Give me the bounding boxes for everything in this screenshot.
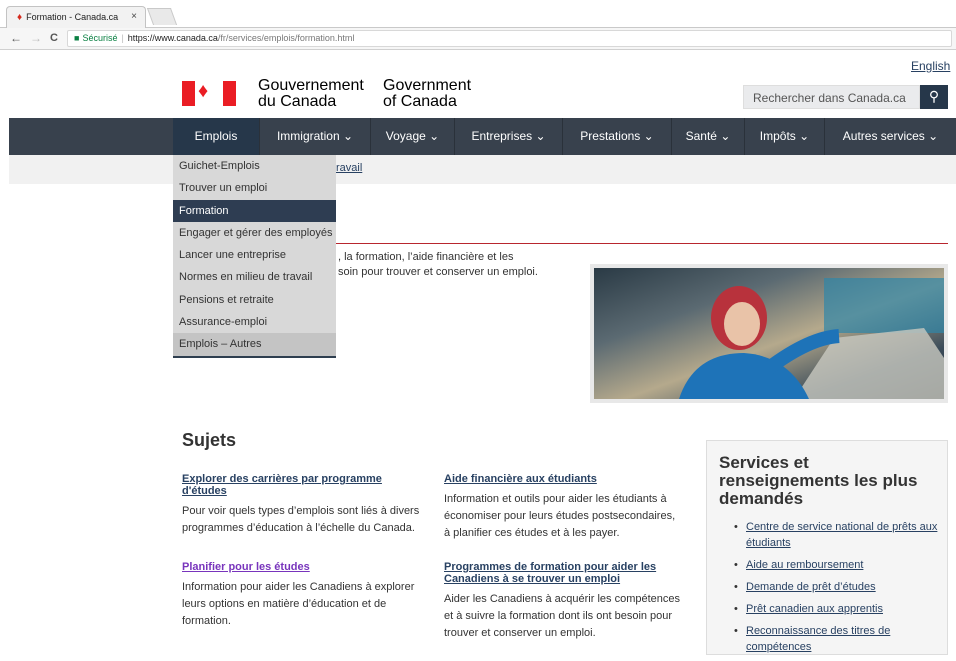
- site-search-input[interactable]: Rechercher dans Canada.ca: [743, 85, 920, 109]
- bullet-icon: •: [734, 625, 738, 637]
- menu-sante[interactable]: Santé ⌄: [672, 118, 745, 155]
- bullet-icon: •: [734, 603, 738, 615]
- student-machinist-illustration: [679, 278, 944, 399]
- new-tab-button[interactable]: [146, 8, 178, 25]
- feature-photo-image: [594, 268, 944, 399]
- browser-tab[interactable]: ♦ Formation - Canada.ca ×: [6, 6, 146, 29]
- topic-description: Aider les Canadiens à acquérir les compé…: [444, 593, 681, 639]
- tab-title: Formation - Canada.ca: [26, 12, 119, 22]
- forward-arrow-icon[interactable]: →: [30, 31, 42, 45]
- dropdown-item-engager-employes[interactable]: Engager et gérer des employés: [173, 222, 336, 244]
- services-panel-title: Services et renseignements les plus dema…: [719, 453, 918, 508]
- bullet-icon: •: [734, 581, 738, 593]
- list-item: • Prêt canadien aux apprentis: [734, 601, 939, 617]
- menu-autres-services[interactable]: Autres services ⌄: [825, 118, 956, 155]
- signature-french: Gouvernement du Canada: [258, 78, 364, 110]
- service-link[interactable]: Aide au remboursement: [746, 559, 863, 571]
- back-arrow-icon[interactable]: ←: [10, 31, 22, 45]
- url-host: https://www.canada.ca: [127, 33, 218, 43]
- secure-label: Sécurisé: [82, 33, 118, 43]
- dropdown-item-assurance-emploi[interactable]: Assurance-emploi: [173, 311, 336, 333]
- signature-fr-line1: Gouvernement: [258, 77, 364, 94]
- canada-flag-icon: ♦: [182, 80, 236, 106]
- topic-card: Aide financière aux étudiants Informatio…: [444, 473, 684, 542]
- service-link[interactable]: Demande de prêt d’études: [746, 581, 876, 593]
- topic-link-planifier-etudes[interactable]: Planifier pour les études: [182, 561, 422, 573]
- topic-link-aide-financiere[interactable]: Aide financière aux étudiants: [444, 473, 684, 485]
- bullet-icon: •: [734, 559, 738, 571]
- intro-line2: soin pour trouver et conserver un emploi…: [338, 266, 538, 278]
- topic-link-programmes-formation[interactable]: Programmes de formation pour aider les C…: [444, 561, 684, 585]
- dropdown-item-trouver-emploi[interactable]: Trouver un emploi: [173, 177, 336, 199]
- tab-close-icon[interactable]: ×: [131, 11, 137, 22]
- search-button[interactable]: ⚲: [920, 85, 948, 109]
- menu-emplois[interactable]: Emplois: [173, 118, 260, 155]
- omnibox-divider: |: [121, 33, 124, 43]
- service-link[interactable]: Centre de service national de prêts aux …: [746, 521, 937, 549]
- signature-fr-line2: du Canada: [258, 93, 337, 110]
- list-item: • Reconnaissance des titres de compétence…: [734, 623, 939, 655]
- menu-impots[interactable]: Impôts ⌄: [745, 118, 825, 155]
- menu-entreprises[interactable]: Entreprises ⌄: [455, 118, 563, 155]
- topic-description: Pour voir quels types d’emplois sont lié…: [182, 505, 420, 534]
- maple-leaf-favicon-icon: ♦: [17, 12, 23, 23]
- menu-voyage[interactable]: Voyage ⌄: [371, 118, 455, 155]
- feature-photo: [590, 264, 948, 403]
- reload-icon[interactable]: C: [50, 32, 58, 44]
- signature-en-line1: Government: [383, 77, 472, 94]
- language-toggle-link[interactable]: English: [911, 59, 950, 73]
- url-path: /fr/services/emplois/formation.html: [217, 33, 355, 43]
- services-link-list: • Centre de service national de prêts aux…: [734, 519, 939, 661]
- signature-en-line2: of Canada: [383, 93, 457, 110]
- list-item: • Aide au remboursement: [734, 557, 939, 573]
- dropdown-item-lancer-entreprise[interactable]: Lancer une entreprise: [173, 244, 336, 266]
- dropdown-item-guichet-emplois[interactable]: Guichet-Emplois: [173, 155, 336, 177]
- topic-card: Planifier pour les études Information po…: [182, 561, 422, 630]
- list-item: • Centre de service national de prêts aux…: [734, 519, 939, 551]
- topic-card: Explorer des carrières par programme d'é…: [182, 473, 422, 537]
- dropdown-item-emplois-autres[interactable]: Emplois – Autres: [173, 333, 336, 356]
- bullet-icon: •: [734, 521, 738, 533]
- topic-description: Information et outils pour aider les étu…: [444, 493, 676, 539]
- signature-english: Government of Canada: [383, 78, 471, 110]
- intro-line1: , la formation, l’aide financière et les: [338, 251, 514, 263]
- service-link[interactable]: Prêt canadien aux apprentis: [746, 603, 883, 615]
- topic-link-explorer-carrieres[interactable]: Explorer des carrières par programme d'é…: [182, 473, 422, 497]
- breadcrumb: [9, 155, 956, 184]
- menu-prestations[interactable]: Prestations ⌄: [563, 118, 672, 155]
- browser-toolbar: ← → C ■ Sécurisé | https://www.canada.ca/fr…: [0, 28, 956, 50]
- address-bar[interactable]: ■ Sécurisé | https://www.canada.ca/fr/servi…: [67, 30, 952, 47]
- lock-icon: ■: [74, 33, 80, 43]
- intro-text: , la formation, l’aide financière et les…: [338, 250, 578, 280]
- dropdown-item-normes-travail[interactable]: Normes en milieu de travail: [173, 266, 336, 288]
- main-menu: Emplois Immigration ⌄ Voyage ⌄ Entrepris…: [9, 118, 956, 155]
- list-item: • Demande de prêt d’études: [734, 579, 939, 595]
- dropdown-item-pensions-retraite[interactable]: Pensions et retraite: [173, 289, 336, 311]
- topics-heading: Sujets: [182, 430, 237, 450]
- dropdown-item-formation[interactable]: Formation: [173, 199, 336, 222]
- emplois-dropdown-menu: Guichet-Emplois Trouver un emploi Format…: [173, 155, 336, 358]
- search-icon: ⚲: [928, 88, 940, 104]
- title-underline: [336, 243, 948, 244]
- breadcrumb-link[interactable]: ravail: [336, 162, 362, 174]
- topic-card: Programmes de formation pour aider les C…: [444, 561, 684, 642]
- browser-tab-bar: ♦ Formation - Canada.ca ×: [0, 0, 956, 29]
- topic-description: Information pour aider les Canadiens à e…: [182, 581, 415, 627]
- menu-immigration[interactable]: Immigration ⌄: [260, 118, 371, 155]
